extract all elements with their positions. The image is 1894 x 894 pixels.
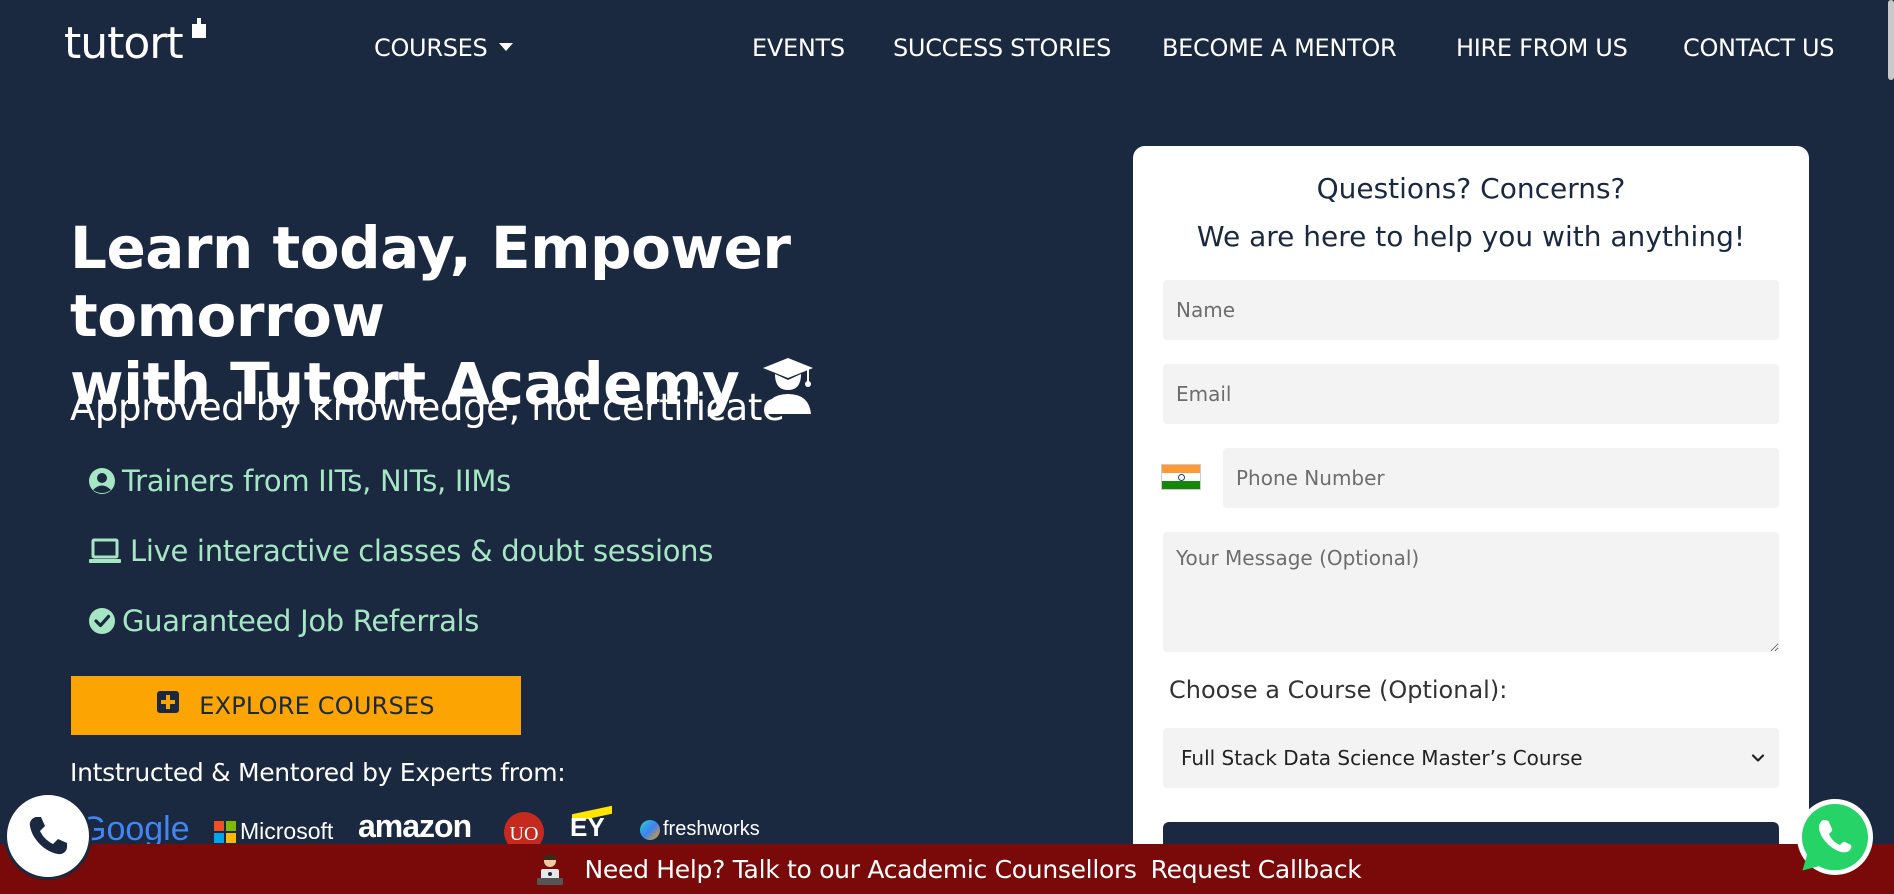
nav-courses-label: COURSES (374, 34, 488, 62)
explore-courses-button[interactable]: EXPLORE COURSES (71, 676, 521, 735)
user-circle-icon (89, 468, 115, 494)
counsellor-icon (536, 854, 563, 885)
feature-live-classes: Live interactive classes & doubt session… (88, 534, 713, 568)
request-callback-link[interactable]: Request Callback (1151, 855, 1362, 884)
help-text: Need Help? Talk to our Academic Counsell… (584, 854, 1137, 884)
company-logos: Google Microsoft amazon UO EY freshworks (70, 805, 770, 852)
tutort-logo[interactable]: tutort (64, 18, 184, 69)
form-heading-questions: Questions? Concerns? (1316, 172, 1626, 205)
check-circle-icon (89, 608, 115, 634)
chevron-down-icon (1751, 754, 1765, 762)
freshworks-mark-icon (640, 819, 660, 840)
experts-label: Intstructed & Mentored by Experts from: (70, 758, 566, 787)
feature-trainers: Trainers from IITs, NITs, IIMs (88, 464, 511, 498)
microsoft-logo-text: Microsoft (240, 818, 334, 844)
call-button[interactable] (4, 792, 92, 880)
whatsapp-icon[interactable] (1794, 796, 1876, 878)
page-scrollbar[interactable] (1888, 0, 1894, 80)
phone-icon (29, 817, 67, 855)
phone-number-field[interactable] (1223, 448, 1779, 508)
message-field[interactable] (1163, 532, 1779, 652)
course-select-label: Choose a Course (Optional): (1169, 676, 1508, 704)
nav-courses-dropdown[interactable]: COURSES (374, 34, 514, 62)
amazon-logo: amazon (358, 808, 472, 844)
explore-courses-label: EXPLORE COURSES (199, 691, 435, 720)
freshworks-logo-text: freshworks (663, 818, 760, 840)
feature-job-referrals-text: Guaranteed Job Referrals (122, 604, 480, 638)
contact-form-card: Questions? Concerns? We are here to help… (1133, 146, 1809, 894)
feature-trainers-text: Trainers from IITs, NITs, IIMs (122, 464, 511, 498)
microsoft-grid-icon (214, 820, 236, 843)
hero-subtitle: Approved by knowledge, not certificate (70, 386, 785, 429)
caret-down-icon (499, 43, 514, 51)
nav-success-stories[interactable]: SUCCESS STORIES (893, 34, 1111, 62)
nav-contact-us[interactable]: CONTACT US (1683, 34, 1835, 62)
email-field[interactable] (1163, 364, 1779, 424)
logo-book-icon (192, 18, 206, 38)
microsoft-logo: Microsoft (214, 818, 333, 845)
top-navigation: tutort COURSES EVENTS SUCCESS STORIES BE… (0, 0, 1894, 100)
laptop-icon (89, 538, 121, 563)
plus-square-icon (157, 690, 180, 713)
hero-title-line1: Learn today, Empower tomorrow (70, 214, 791, 350)
nav-hire-from-us[interactable]: HIRE FROM US (1456, 34, 1628, 62)
freshworks-logo: freshworks (640, 818, 760, 841)
feature-job-referrals: Guaranteed Job Referrals (88, 604, 479, 638)
form-heading-help: We are here to help you with anything! (1196, 220, 1746, 253)
nav-become-a-mentor[interactable]: BECOME A MENTOR (1162, 34, 1397, 62)
feature-live-classes-text: Live interactive classes & doubt session… (130, 534, 714, 568)
help-bar: Need Help? Talk to our Academic Counsell… (0, 844, 1894, 894)
course-select-value: Full Stack Data Science Master’s Course (1181, 746, 1583, 770)
india-flag-icon[interactable] (1161, 464, 1201, 490)
ey-logo: EY (570, 812, 605, 842)
name-field[interactable] (1163, 280, 1779, 340)
nav-events[interactable]: EVENTS (752, 34, 845, 62)
course-select[interactable]: Full Stack Data Science Master’s Course (1163, 728, 1779, 788)
